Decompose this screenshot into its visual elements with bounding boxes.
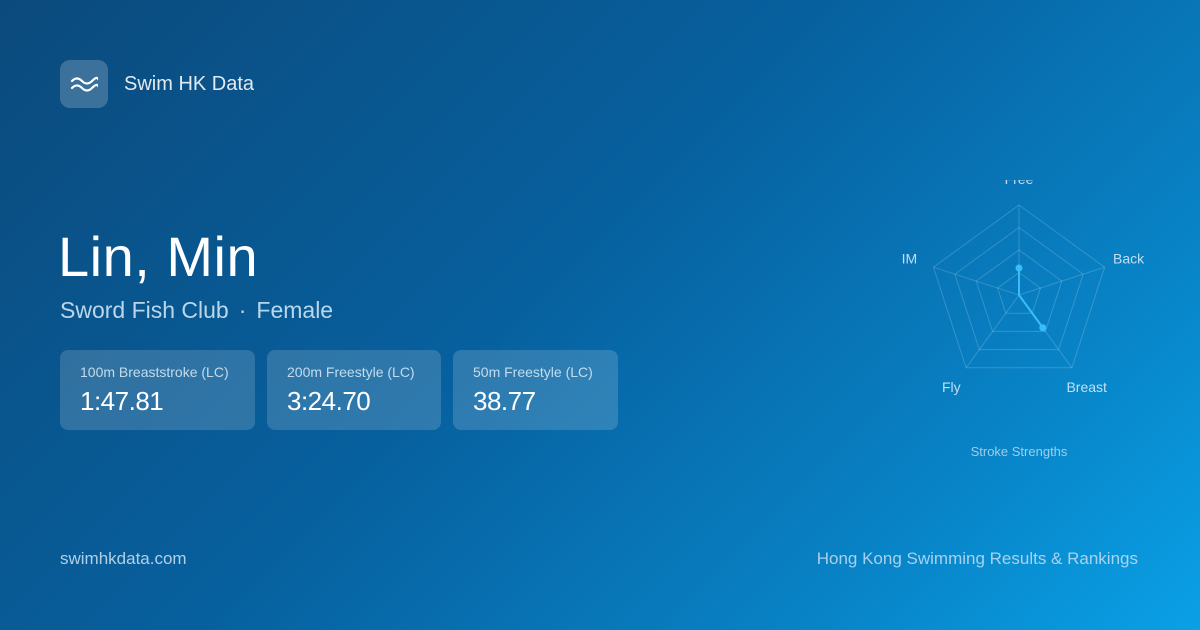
radar-series: [1015, 264, 1047, 332]
best-time-card[interactable]: 100m Breaststroke (LC) 1:47.81: [60, 350, 255, 430]
event-time: 3:24.70: [287, 386, 371, 416]
club-name: Sword Fish Club: [60, 297, 229, 323]
swimmer-subline: Sword Fish Club · Female: [60, 297, 333, 324]
event-time: 1:47.81: [80, 386, 164, 416]
brand-name: Swim HK Data: [124, 72, 255, 95]
radar-spoke: [1018, 266, 1105, 296]
footer-tagline: Hong Kong Swimming Results & Rankings: [816, 549, 1138, 568]
radar-series-shape: [1018, 267, 1044, 329]
radar-labels: Free Back Breast Fly IM: [902, 180, 1145, 395]
separator-dot: ·: [238, 297, 247, 323]
event-label: 100m Breaststroke (LC): [80, 364, 229, 380]
best-time-card[interactable]: 50m Freestyle (LC) 38.77: [453, 350, 618, 430]
best-times: 100m Breaststroke (LC) 1:47.81 200m Free…: [60, 350, 630, 430]
radar-title: Stroke Strengths: [971, 444, 1068, 459]
stroke-radar-chart: Free Back Breast Fly IM Stroke Strengths: [902, 180, 1145, 459]
swimmer-name: Lin, Min: [58, 225, 259, 288]
event-label: 50m Freestyle (LC): [473, 364, 593, 380]
radar-axis-label: Breast: [1066, 379, 1107, 395]
gender-label: Female: [256, 297, 334, 323]
brand[interactable]: Swim HK Data: [60, 60, 254, 108]
radar-axis-label: Fly: [942, 379, 961, 395]
radar-point: [1015, 264, 1023, 272]
footer-domain[interactable]: swimhkdata.com: [60, 549, 187, 569]
event-label: 200m Freestyle (LC): [287, 364, 415, 380]
event-time: 38.77: [473, 386, 536, 416]
waves-icon: [60, 60, 108, 108]
radar-point: [1039, 324, 1047, 332]
radar-spoke: [933, 266, 1020, 296]
radar-axis-label: IM: [902, 250, 918, 266]
radar-axis-label: Free: [1005, 180, 1034, 187]
best-time-card[interactable]: 200m Freestyle (LC) 3:24.70: [267, 350, 441, 430]
radar-axis-label: Back: [1113, 250, 1145, 266]
